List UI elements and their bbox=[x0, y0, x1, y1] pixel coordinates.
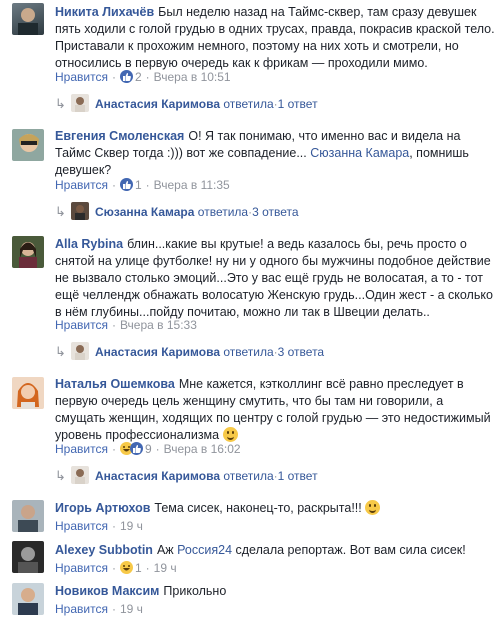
reaction-count[interactable]: 1 bbox=[135, 178, 142, 192]
comment-author[interactable]: Новиков Максим bbox=[55, 584, 159, 598]
smile-emoji-icon bbox=[365, 500, 381, 515]
avatar[interactable] bbox=[12, 377, 44, 409]
comment-author[interactable]: Alexey Subbotin bbox=[55, 543, 153, 557]
comment-author[interactable]: Наталья Ошемкова bbox=[55, 377, 175, 391]
comment-body: Никита Лихачёв Был неделю назад на Таймс-… bbox=[55, 4, 495, 72]
comment-body: Игорь Артюхов Тема сисек, наконец-то, рас… bbox=[55, 500, 495, 517]
comment-time[interactable]: 19 ч bbox=[154, 561, 177, 575]
avatar[interactable] bbox=[12, 129, 44, 161]
reply-author[interactable]: Сюзанна Камара bbox=[95, 205, 194, 219]
comment-text: Тема сисек, наконец-то, раскрыта!!! bbox=[154, 501, 362, 515]
reply-count[interactable]: 3 ответа bbox=[278, 345, 324, 359]
comment-author[interactable]: Alla Rybina bbox=[55, 237, 123, 251]
mention-link[interactable]: Россия24 bbox=[177, 543, 232, 557]
reaction-count[interactable]: 1 bbox=[135, 561, 142, 575]
reply-count[interactable]: 3 ответа bbox=[252, 205, 298, 219]
like-button[interactable]: Нравится bbox=[55, 318, 108, 332]
avatar[interactable] bbox=[12, 500, 44, 532]
reply-count[interactable]: 1 ответ bbox=[278, 97, 318, 111]
comment-meta: Нравится · 19 ч bbox=[55, 519, 143, 533]
avatar bbox=[71, 94, 89, 112]
comment-time[interactable]: Вчера в 15:33 bbox=[120, 318, 197, 332]
smile-emoji-icon bbox=[222, 427, 238, 442]
avatar[interactable] bbox=[12, 3, 44, 35]
haha-icon[interactable] bbox=[119, 561, 133, 574]
comment-meta: Нравится · 2 · Вчера в 10:51 bbox=[55, 70, 231, 84]
comment-meta: Нравится · 1 · Вчера в 11:35 bbox=[55, 178, 230, 192]
reply-author[interactable]: Анастасия Каримова bbox=[95, 469, 220, 483]
replies-link[interactable]: ↳ Анастасия Каримова ответила·3 ответа bbox=[55, 342, 324, 360]
reply-author[interactable]: Анастасия Каримова bbox=[95, 345, 220, 359]
avatar bbox=[71, 202, 89, 220]
comment-time[interactable]: Вчера в 11:35 bbox=[154, 178, 230, 192]
comment-time[interactable]: Вчера в 16:02 bbox=[164, 442, 241, 456]
like-button[interactable]: Нравится bbox=[55, 442, 108, 456]
comment-body: Евгения Смоленская О! Я так понимаю, что … bbox=[55, 129, 469, 177]
avatar[interactable] bbox=[12, 236, 44, 268]
reply-arrow-icon: ↳ bbox=[55, 204, 66, 219]
comment-author[interactable]: Никита Лихачёв bbox=[55, 5, 154, 19]
like-button[interactable]: Нравится bbox=[55, 519, 108, 533]
comment-body: Alexey Subbotin Аж Россия24 сделала репор… bbox=[55, 543, 466, 557]
like-button[interactable]: Нравится bbox=[55, 561, 108, 575]
reply-author[interactable]: Анастасия Каримова bbox=[95, 97, 220, 111]
thumbs-up-icon[interactable] bbox=[119, 70, 133, 83]
avatar[interactable] bbox=[12, 541, 44, 573]
replies-link[interactable]: ↳ Сюзанна Камара ответила·3 ответа bbox=[55, 202, 299, 220]
reaction-count[interactable]: 2 bbox=[135, 70, 142, 84]
mention-link[interactable]: Сюзанна Камара bbox=[310, 146, 409, 160]
comment-meta: Нравится · 19 ч bbox=[55, 602, 143, 616]
comment-body: Alla Rybina блин...какие вы крутые! а вед… bbox=[55, 236, 495, 321]
comment-body: Новиков Максим Прикольно bbox=[55, 583, 495, 600]
reply-arrow-icon: ↳ bbox=[55, 344, 66, 359]
avatar[interactable] bbox=[12, 583, 44, 615]
reply-count[interactable]: 1 ответ bbox=[278, 469, 318, 483]
comment-time[interactable]: Вчера в 10:51 bbox=[154, 70, 231, 84]
thumbs-up-icon[interactable] bbox=[119, 178, 133, 191]
replies-link[interactable]: ↳ Анастасия Каримова ответила·1 ответ bbox=[55, 94, 318, 112]
like-button[interactable]: Нравится bbox=[55, 602, 108, 616]
comment-meta: Нравится · 1 · 19 ч bbox=[55, 561, 177, 575]
comment-time[interactable]: 19 ч bbox=[120, 519, 143, 533]
avatar bbox=[71, 342, 89, 360]
reply-arrow-icon: ↳ bbox=[55, 96, 66, 111]
comment-meta: Нравится · Вчера в 15:33 bbox=[55, 318, 197, 332]
comment-meta: Нравится · 9 · Вчера в 16:02 bbox=[55, 442, 241, 456]
comment-body: Наталья Ошемкова Мне кажется, кэтколлинг … bbox=[55, 376, 495, 444]
comment-author[interactable]: Евгения Смоленская bbox=[55, 129, 184, 143]
like-button[interactable]: Нравится bbox=[55, 70, 108, 84]
reaction-count[interactable]: 9 bbox=[145, 442, 152, 456]
comment-text: Прикольно bbox=[163, 584, 227, 598]
like-button[interactable]: Нравится bbox=[55, 178, 108, 192]
avatar bbox=[71, 466, 89, 484]
thumbs-up-icon[interactable] bbox=[129, 442, 143, 455]
comment-author[interactable]: Игорь Артюхов bbox=[55, 501, 150, 515]
comment-text: Аж bbox=[156, 543, 178, 557]
replies-link[interactable]: ↳ Анастасия Каримова ответила·1 ответ bbox=[55, 466, 318, 484]
comment-time[interactable]: 19 ч bbox=[120, 602, 143, 616]
reply-arrow-icon: ↳ bbox=[55, 468, 66, 483]
